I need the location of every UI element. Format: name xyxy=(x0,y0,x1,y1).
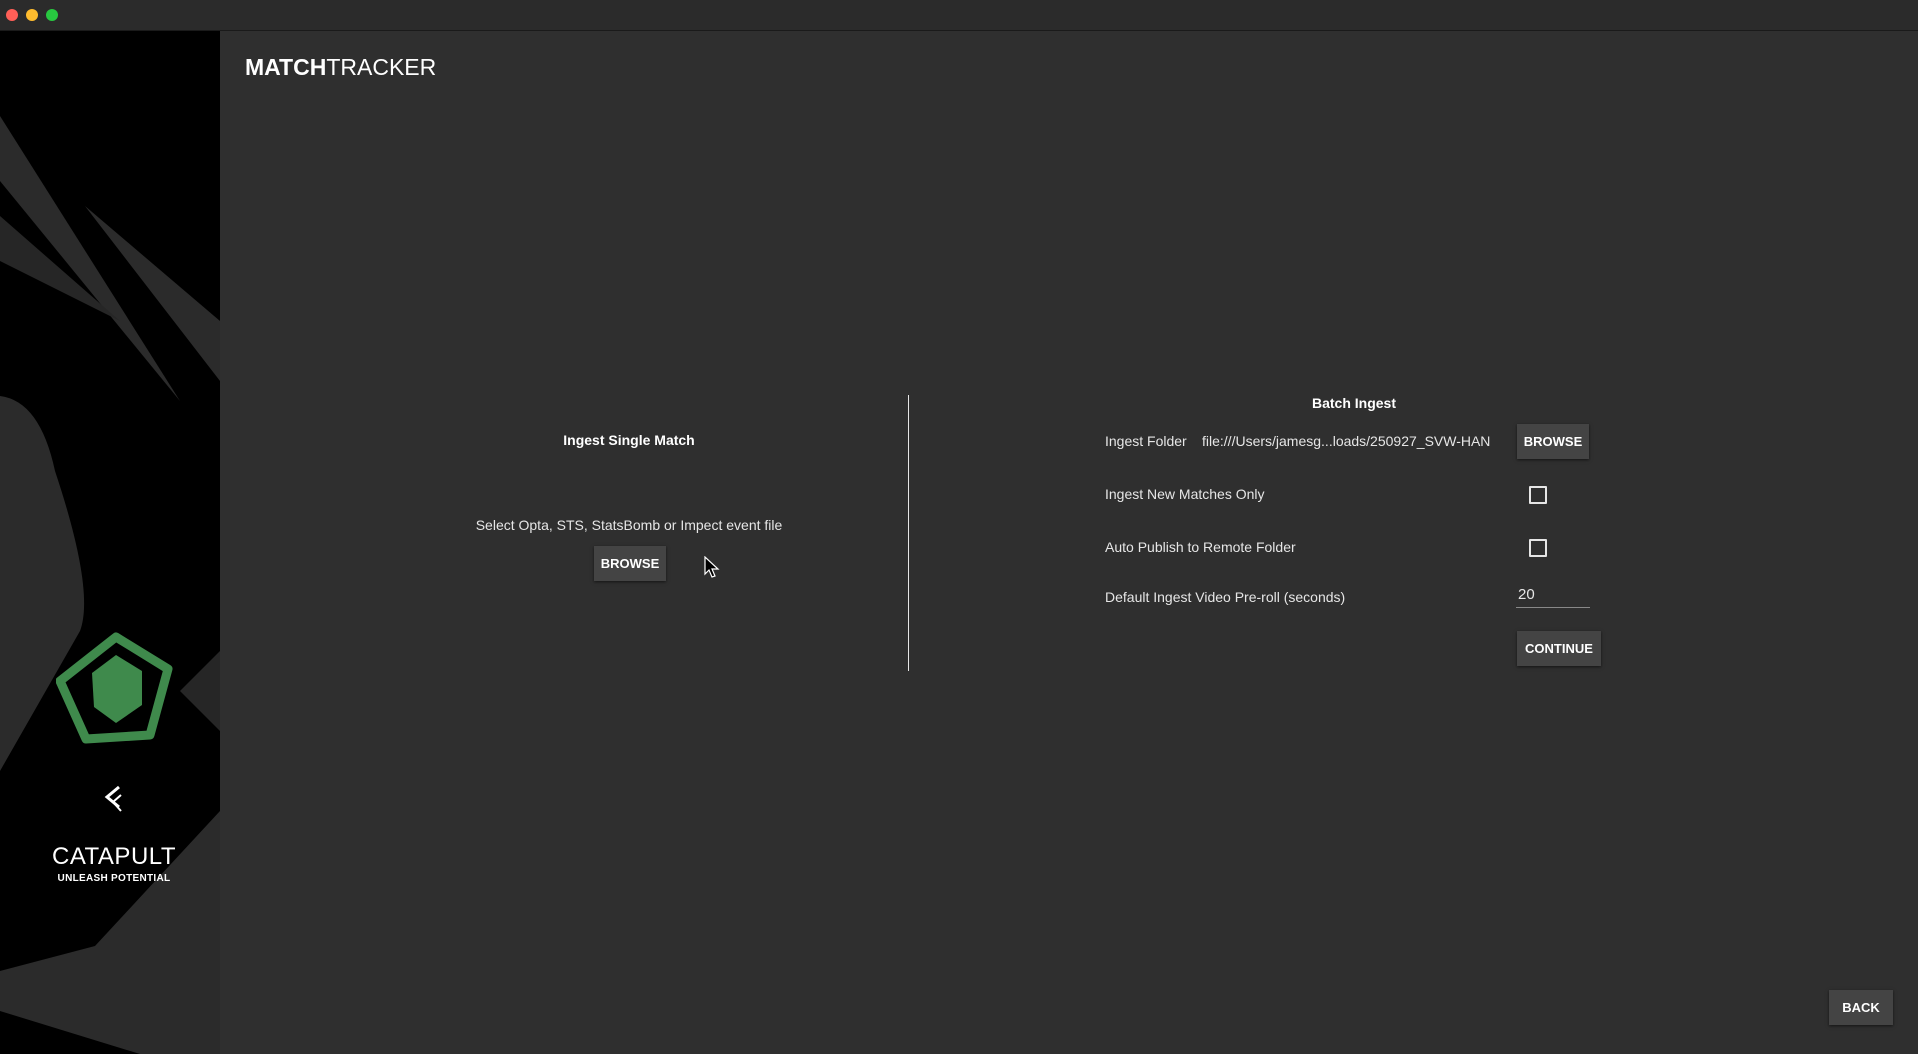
auto-publish-checkbox[interactable] xyxy=(1529,539,1547,557)
close-window-button[interactable] xyxy=(6,9,18,21)
batch-ingest-title: Batch Ingest xyxy=(1311,395,1396,411)
back-button[interactable]: BACK xyxy=(1829,990,1893,1025)
brand-sidebar: CATAPULT UNLEASH POTENTIAL xyxy=(0,31,220,1054)
window-titlebar xyxy=(0,0,1918,31)
continue-button[interactable]: CONTINUE xyxy=(1517,631,1601,666)
catapult-chevron-icon xyxy=(104,785,122,812)
app-title-rest: TRACKER xyxy=(326,54,437,80)
batch-browse-button[interactable]: BROWSE xyxy=(1517,424,1589,459)
single-browse-button[interactable]: BROWSE xyxy=(594,546,666,581)
new-matches-only-label: Ingest New Matches Only xyxy=(1105,486,1265,502)
decorative-background-shapes xyxy=(0,116,220,1054)
preroll-input[interactable] xyxy=(1516,581,1590,608)
single-ingest-instruction: Select Opta, STS, StatsBomb or Impect ev… xyxy=(475,517,783,533)
app-title: MATCHTRACKER xyxy=(245,54,436,81)
ingest-folder-path: file:///Users/jamesg...loads/250927_SVW-… xyxy=(1202,433,1491,449)
ingest-folder-label: Ingest Folder xyxy=(1105,433,1187,449)
minimize-window-button[interactable] xyxy=(26,9,38,21)
app-title-bold: MATCH xyxy=(245,54,327,80)
maximize-window-button[interactable] xyxy=(46,9,58,21)
section-divider xyxy=(908,395,909,671)
catapult-logo-icon xyxy=(56,632,173,744)
mouse-cursor-icon xyxy=(704,556,720,578)
preroll-label: Default Ingest Video Pre-roll (seconds) xyxy=(1105,589,1346,605)
brand-tagline: UNLEASH POTENTIAL xyxy=(57,873,171,884)
new-matches-only-checkbox[interactable] xyxy=(1529,486,1547,504)
single-ingest-title: Ingest Single Match xyxy=(563,432,695,448)
auto-publish-label: Auto Publish to Remote Folder xyxy=(1105,539,1296,555)
brand-name: CATAPULT xyxy=(51,843,176,870)
